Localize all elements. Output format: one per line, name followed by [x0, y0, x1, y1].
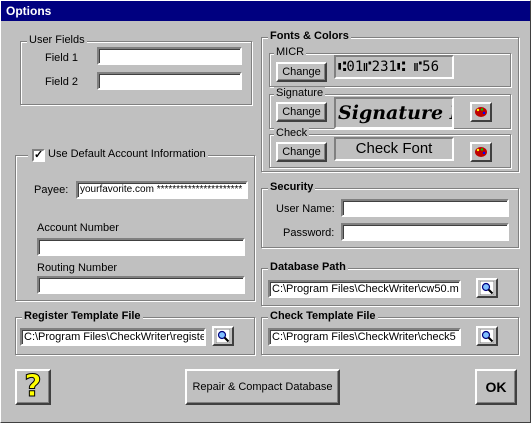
- password-label: Password:: [283, 227, 335, 239]
- check-font-preview: Check Font: [334, 137, 454, 161]
- default-account-checkbox[interactable]: ✓: [32, 149, 45, 162]
- signature-color-button[interactable]: [470, 102, 492, 122]
- ok-button[interactable]: OK: [475, 369, 517, 405]
- magnifier-icon: [480, 281, 494, 295]
- payee-label: Payee:: [34, 184, 69, 196]
- micr-change-button[interactable]: Change: [276, 62, 327, 82]
- micr-label: MICR: [274, 46, 307, 58]
- security-title: Security: [268, 181, 316, 193]
- signature-preview: Signature F: [334, 97, 454, 129]
- magnifier-icon: [216, 329, 230, 343]
- check-template-title: Check Template File: [268, 310, 378, 322]
- account-group: Use Default Account Information ✓ Payee:…: [15, 148, 255, 301]
- color-palette-icon: [475, 107, 487, 117]
- micr-preview: ⑆01⑈231⑆ ⑈56: [334, 55, 454, 79]
- check-template-browse-button[interactable]: [476, 326, 498, 346]
- color-palette-icon: [475, 147, 487, 157]
- routing-number-input[interactable]: [37, 276, 245, 294]
- help-button[interactable]: ?: [15, 369, 51, 405]
- help-question-icon: ?: [24, 369, 42, 404]
- database-path-group: Database Path C:\Program Files\CheckWrit…: [261, 261, 519, 306]
- default-account-header: Use Default Account Information: [28, 148, 208, 160]
- register-template-input[interactable]: C:\Program Files\CheckWriter\registe: [20, 328, 206, 346]
- security-group: Security User Name: Password:: [261, 181, 519, 248]
- password-input[interactable]: [341, 223, 509, 241]
- signature-change-button[interactable]: Change: [276, 102, 327, 122]
- signature-label: Signature: [274, 87, 326, 99]
- check-template-input[interactable]: C:\Program Files\CheckWriter\check5: [268, 328, 461, 346]
- check-label: Check: [274, 127, 310, 139]
- field1-label: Field 1: [45, 52, 79, 64]
- payee-input[interactable]: yourfavorite.com **********************: [76, 181, 248, 199]
- register-template-group: Register Template File C:\Program Files\…: [15, 310, 255, 355]
- fonts-colors-title: Fonts & Colors: [268, 30, 351, 42]
- routing-number-label: Routing Number: [37, 262, 118, 274]
- title-bar[interactable]: Options: [1, 1, 530, 21]
- magnifier-icon: [480, 329, 494, 343]
- fonts-colors-group: Fonts & Colors MICR Change ⑆01⑈231⑆ ⑈56 …: [261, 30, 519, 172]
- user-fields-title: User Fields: [27, 34, 87, 46]
- account-number-input[interactable]: [37, 238, 245, 256]
- database-path-title: Database Path: [268, 261, 348, 273]
- window-title: Options: [6, 4, 52, 18]
- check-color-button[interactable]: [470, 142, 492, 162]
- field2-input[interactable]: [97, 72, 242, 90]
- default-account-label: Use Default Account Information: [48, 148, 206, 160]
- database-path-input[interactable]: C:\Program Files\CheckWriter\cw50.m: [268, 280, 461, 298]
- field1-input[interactable]: [97, 47, 242, 65]
- user-fields-group: User Fields Field 1 Field 2: [20, 34, 252, 105]
- database-browse-button[interactable]: [476, 278, 498, 298]
- field2-label: Field 2: [45, 76, 79, 88]
- options-window: Options User Fields Field 1 Field 2 Use …: [0, 0, 531, 423]
- check-change-button[interactable]: Change: [276, 142, 327, 162]
- account-number-label: Account Number: [37, 222, 119, 234]
- username-input[interactable]: [341, 199, 509, 217]
- username-label: User Name:: [276, 203, 335, 215]
- register-template-title: Register Template File: [22, 310, 143, 322]
- register-browse-button[interactable]: [212, 326, 234, 346]
- check-template-group: Check Template File C:\Program Files\Che…: [261, 310, 519, 355]
- repair-compact-button[interactable]: Repair & Compact Database: [185, 369, 340, 405]
